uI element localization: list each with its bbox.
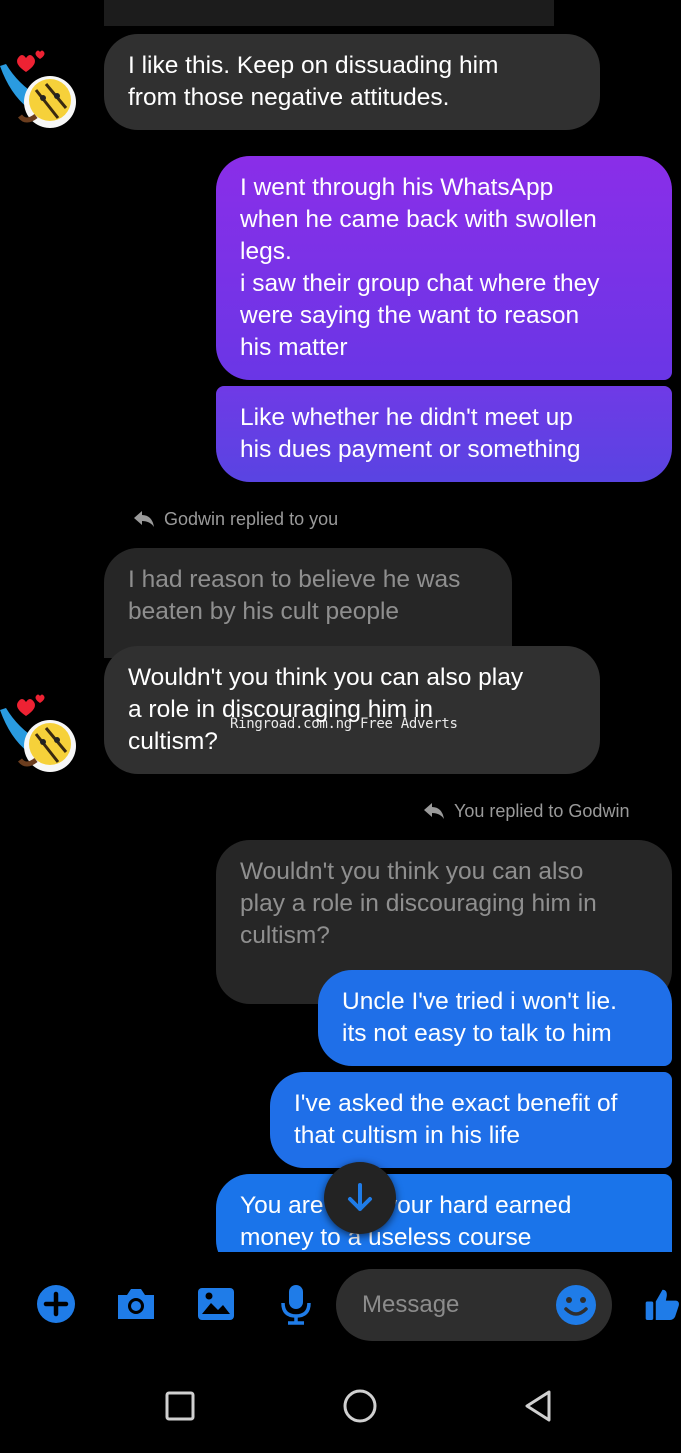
- message-input[interactable]: [360, 1290, 544, 1320]
- chat-thread[interactable]: I like this. Keep on dissuading him from…: [0, 0, 681, 1252]
- contact-avatar-sticker[interactable]: [0, 690, 84, 774]
- plus-icon[interactable]: [34, 1282, 78, 1326]
- scroll-to-bottom-button[interactable]: [324, 1162, 396, 1234]
- recents-square-icon[interactable]: [156, 1382, 204, 1430]
- microphone-icon[interactable]: [274, 1282, 318, 1326]
- home-circle-icon[interactable]: [336, 1382, 384, 1430]
- outgoing-message[interactable]: You are g your hard earned money to a us…: [216, 1174, 672, 1252]
- outgoing-message[interactable]: I went through his WhatsApp when he came…: [216, 156, 672, 380]
- camera-icon[interactable]: [114, 1282, 158, 1326]
- thumbs-up-icon[interactable]: [644, 1282, 681, 1326]
- watermark: Ringroad.com.ng Free Adverts: [230, 716, 458, 732]
- incoming-message[interactable]: I like this. Keep on dissuading him from…: [104, 34, 600, 130]
- outgoing-message[interactable]: Like whether he didn't meet up his dues …: [216, 386, 672, 482]
- arrow-down-icon: [348, 1183, 372, 1211]
- reply-indicator-label: Godwin replied to you: [164, 509, 339, 529]
- outgoing-message[interactable]: I've asked the exact benefit of that cul…: [270, 1072, 672, 1168]
- emoji-icon[interactable]: [554, 1283, 598, 1327]
- message-input-container[interactable]: [336, 1269, 612, 1341]
- image-icon[interactable]: [194, 1282, 238, 1326]
- reply-indicator-label: You replied to Godwin: [454, 801, 630, 821]
- quoted-message[interactable]: I had reason to believe he was beaten by…: [104, 548, 512, 658]
- reply-indicator: You replied to Godwin: [422, 800, 629, 822]
- previous-message-edge: [104, 0, 554, 26]
- contact-avatar-sticker[interactable]: [0, 46, 84, 130]
- reply-arrow-icon: [424, 803, 444, 819]
- incoming-message[interactable]: Wouldn't you think you can also play a r…: [104, 646, 600, 774]
- outgoing-message[interactable]: Uncle I've tried i won't lie. its not ea…: [318, 970, 672, 1066]
- reply-arrow-icon: [134, 511, 154, 527]
- back-triangle-icon[interactable]: [514, 1382, 562, 1430]
- reply-indicator: Godwin replied to you: [132, 508, 338, 530]
